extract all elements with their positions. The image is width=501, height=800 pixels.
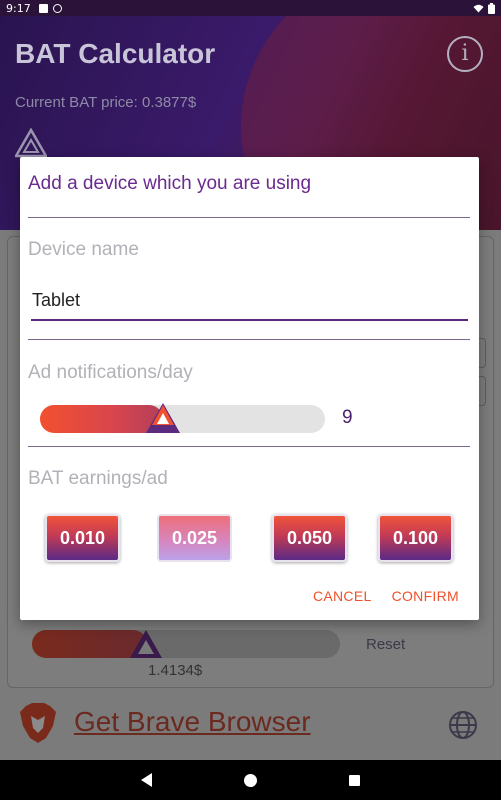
battery-icon	[488, 2, 495, 14]
divider	[28, 339, 470, 340]
home-icon[interactable]	[244, 773, 257, 787]
slider-thumb-icon[interactable]	[144, 401, 182, 435]
status-bar: 9:17	[0, 0, 501, 16]
total-earnings: 1.4134$	[148, 662, 203, 679]
card-edge	[478, 376, 486, 406]
status-time: 9:17	[6, 1, 31, 15]
bat-earnings-label: BAT earnings/ad	[28, 468, 168, 489]
reset-button[interactable]: Reset	[366, 636, 405, 653]
notification-icon	[38, 3, 48, 13]
status-right	[473, 2, 495, 14]
back-icon[interactable]	[141, 773, 152, 787]
divider	[28, 217, 470, 218]
earnings-option-0100[interactable]: 0.100	[378, 514, 453, 562]
recents-icon[interactable]	[349, 774, 360, 786]
bg-slider-thumb-icon	[130, 630, 162, 658]
ad-notifications-slider[interactable]	[40, 403, 325, 435]
get-brave-link[interactable]: Get Brave Browser	[74, 706, 311, 738]
card-edge	[478, 338, 486, 368]
device-name-label: Device name	[28, 239, 139, 260]
bat-price: Current BAT price: 0.3877$	[15, 94, 197, 111]
dialog-title: Add a device which you are using	[28, 173, 312, 194]
footer: Get Brave Browser	[0, 690, 501, 760]
ad-notifications-label: Ad notifications/day	[28, 362, 193, 383]
earnings-option-0010[interactable]: 0.010	[45, 514, 120, 562]
sync-icon	[52, 3, 62, 13]
dialog-actions: CANCEL CONFIRM	[313, 588, 459, 604]
confirm-button[interactable]: CONFIRM	[392, 588, 459, 604]
ad-notifications-value: 9	[342, 407, 353, 428]
app-title: BAT Calculator	[15, 38, 216, 69]
earnings-option-0025[interactable]: 0.025	[157, 514, 232, 562]
add-device-dialog: Add a device which you are using Device …	[20, 157, 479, 620]
earnings-option-0050[interactable]: 0.050	[272, 514, 347, 562]
navigation-bar	[0, 760, 501, 800]
brave-lion-icon	[20, 703, 56, 743]
globe-icon[interactable]	[448, 710, 478, 740]
bat-logo-icon	[15, 128, 47, 158]
wifi-icon	[473, 4, 484, 12]
cancel-button[interactable]: CANCEL	[313, 588, 372, 604]
device-name-input[interactable]	[31, 285, 468, 321]
info-button[interactable]: i	[447, 36, 483, 72]
divider	[28, 446, 470, 447]
